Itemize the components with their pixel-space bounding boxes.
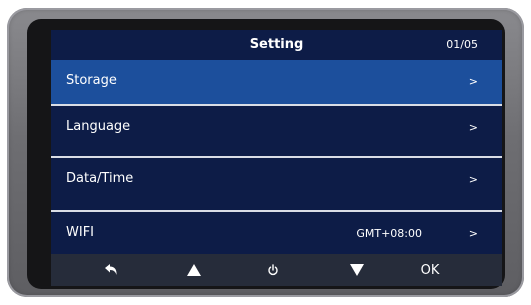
chevron-right-icon: >: [468, 75, 478, 88]
back-arrow-icon: [105, 264, 117, 275]
up-triangle-icon: [187, 264, 201, 276]
header: Setting 01/05: [51, 30, 502, 60]
down-triangle-icon: [350, 264, 364, 276]
back-button[interactable]: [99, 258, 123, 282]
ok-label: OK: [420, 262, 440, 278]
page-indicator: 01/05: [446, 38, 478, 51]
footer-button-bar: OK: [51, 254, 502, 286]
menu-item-datetime[interactable]: Data/Time >: [51, 158, 502, 202]
power-icon: [268, 264, 278, 276]
up-button[interactable]: [182, 258, 206, 282]
chevron-right-icon: >: [468, 227, 478, 240]
menu-item-wifi[interactable]: WIFI GMT+08:00 >: [51, 212, 502, 256]
menu-item-label: Data/Time: [66, 171, 134, 186]
page-title: Setting: [249, 37, 304, 52]
menu-item-storage[interactable]: Storage >: [51, 60, 502, 104]
chevron-right-icon: >: [468, 173, 478, 186]
settings-screen: Setting 01/05 Storage > Language > Data/…: [51, 30, 502, 286]
menu-item-label: Language: [66, 119, 131, 134]
menu-item-label: WIFI: [66, 225, 94, 240]
chevron-right-icon: >: [468, 121, 478, 134]
power-button[interactable]: [261, 258, 285, 282]
menu-item-value: GMT+08:00: [356, 227, 422, 240]
menu-item-language[interactable]: Language >: [51, 106, 502, 150]
menu-item-label: Storage: [66, 73, 117, 88]
ok-button[interactable]: OK: [417, 258, 443, 282]
down-button[interactable]: [345, 258, 369, 282]
